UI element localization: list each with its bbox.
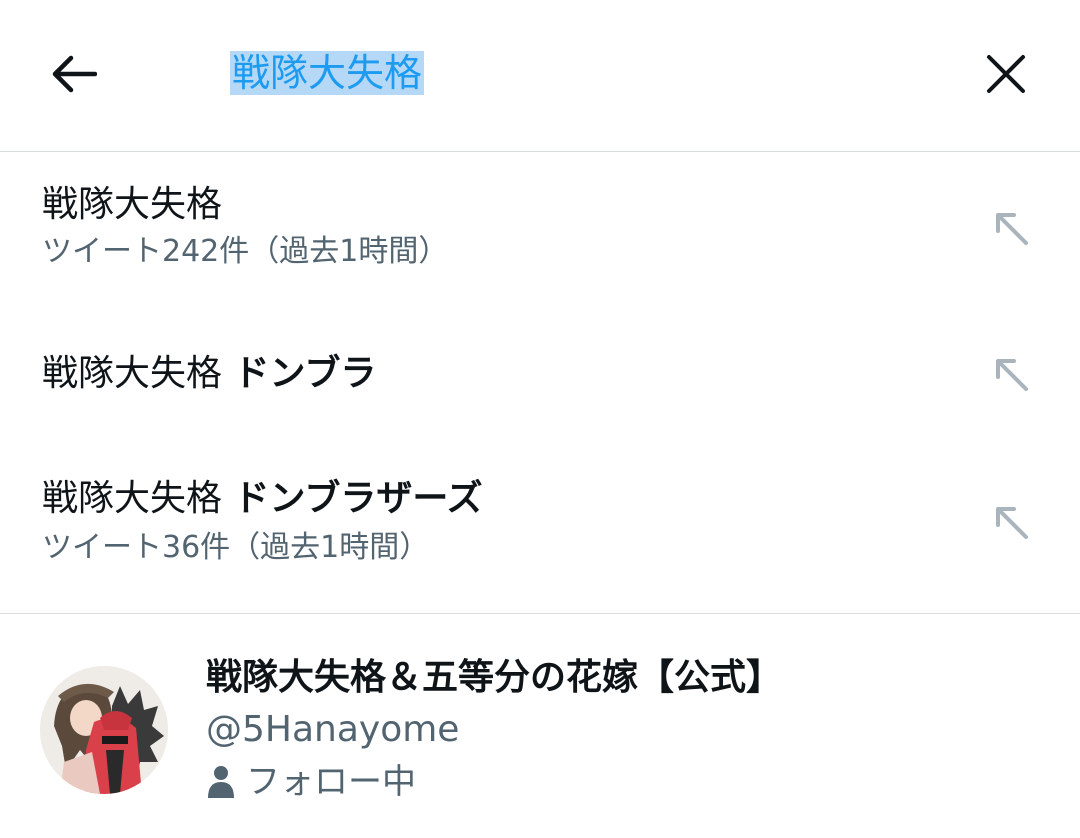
search-header: 戦隊大失格 bbox=[0, 0, 1080, 152]
search-page: 戦隊大失格 戦隊大失格 ツイート242件（過去1時間） 戦隊大失格 ドンブラ 戦… bbox=[0, 0, 1080, 838]
suggestion-query-completion: ドンブラザーズ bbox=[233, 478, 483, 519]
suggestion-query: 戦隊大失格 ドンブラ bbox=[42, 350, 376, 398]
avatar-illustration bbox=[40, 666, 168, 794]
suggestion-tweet-count: ツイート36件（過去1時間） bbox=[42, 530, 430, 565]
following-status-label: フォロー中 bbox=[246, 762, 416, 802]
search-input[interactable]: 戦隊大失格 bbox=[230, 46, 425, 100]
person-icon bbox=[208, 766, 234, 798]
search-suggestion[interactable]: 戦隊大失格 ドンブラザーズ ツイート36件（過去1時間） bbox=[0, 449, 1080, 613]
clear-search-button[interactable] bbox=[976, 44, 1036, 104]
search-suggestion[interactable]: 戦隊大失格 ツイート242件（過去1時間） bbox=[0, 153, 1080, 301]
search-input-value: 戦隊大失格 bbox=[230, 51, 425, 95]
account-result[interactable]: 戦隊大失格＆五等分の花嫁【公式】 @5Hanayome フォロー中 bbox=[0, 614, 1080, 838]
arrow-left-icon bbox=[52, 55, 97, 93]
account-display-name: 戦隊大失格＆五等分の花嫁【公式】 bbox=[206, 657, 783, 698]
fill-query-arrow-icon[interactable] bbox=[990, 353, 1034, 397]
suggestion-query-text: 戦隊大失格 bbox=[42, 353, 223, 394]
avatar[interactable] bbox=[40, 666, 168, 794]
suggestion-query-text: 戦隊大失格 bbox=[42, 478, 223, 519]
fill-query-arrow-icon[interactable] bbox=[990, 207, 1034, 251]
suggestion-query-completion: ドンブラ bbox=[233, 353, 377, 394]
close-x-icon bbox=[987, 55, 1025, 93]
suggestion-tweet-count: ツイート242件（過去1時間） bbox=[42, 234, 449, 269]
suggestion-query-text: 戦隊大失格 bbox=[42, 184, 223, 225]
account-handle: @5Hanayome bbox=[206, 709, 460, 750]
suggestion-query: 戦隊大失格 bbox=[42, 181, 222, 229]
search-suggestion[interactable]: 戦隊大失格 ドンブラ bbox=[0, 301, 1080, 449]
suggestion-query: 戦隊大失格 ドンブラザーズ bbox=[42, 475, 483, 523]
following-status: フォロー中 bbox=[206, 758, 416, 806]
back-button[interactable] bbox=[44, 44, 104, 104]
fill-query-arrow-icon[interactable] bbox=[990, 501, 1034, 545]
